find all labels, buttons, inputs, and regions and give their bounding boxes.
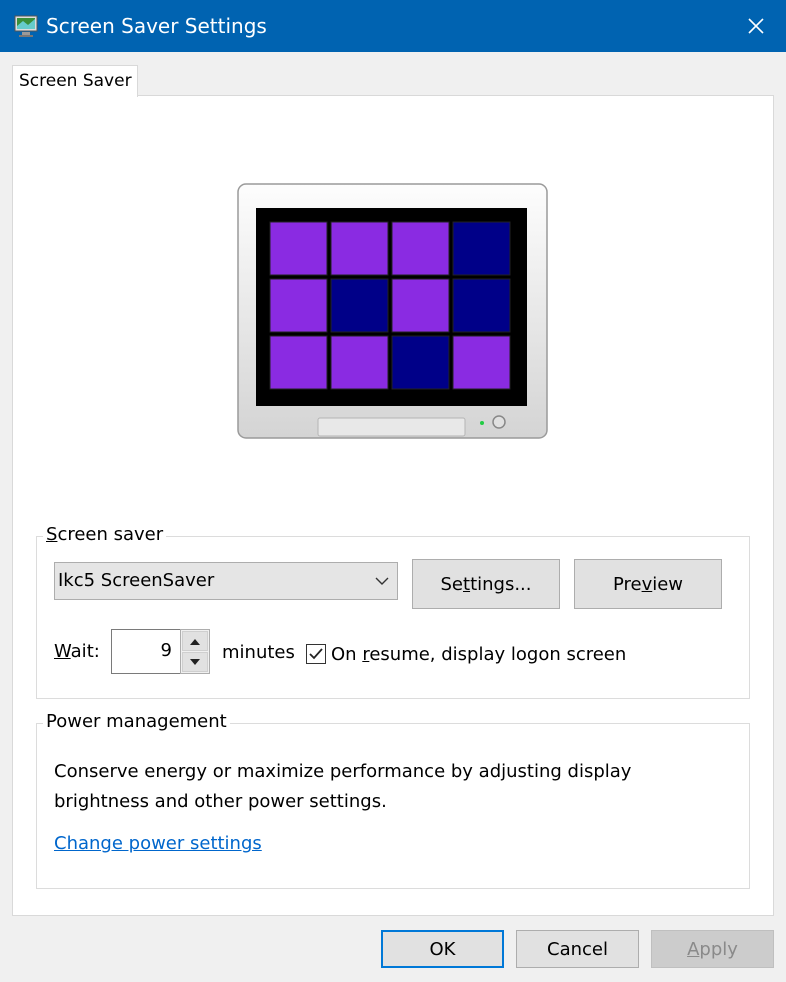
screen-saver-select[interactable]: Ikc5 ScreenSaver: [54, 562, 398, 600]
preview-cell: [330, 278, 389, 333]
power-description: Conserve energy or maximize performance …: [54, 761, 632, 812]
preview-cell: [452, 221, 511, 276]
screen-saver-select-value: Ikc5 ScreenSaver: [58, 570, 215, 591]
wait-minutes-input[interactable]: 9: [111, 629, 181, 674]
spin-down-button[interactable]: [182, 652, 208, 672]
preview-cell: [269, 335, 328, 390]
preview-cell: [330, 221, 389, 276]
preview-cell: [269, 221, 328, 276]
monitor-base: [317, 417, 466, 437]
tab-screen-saver[interactable]: Screen Saver: [12, 65, 138, 97]
spin-up-button[interactable]: [182, 631, 208, 651]
apply-button[interactable]: Apply: [651, 930, 774, 968]
screen-saver-preview: [237, 183, 548, 439]
change-power-settings-link[interactable]: Change power settings: [54, 831, 262, 857]
preview-cell: [452, 335, 511, 390]
wait-label: Wait:: [54, 641, 100, 662]
resume-logon-checkbox[interactable]: [306, 644, 326, 664]
screen-saver-settings-icon: [14, 15, 38, 37]
power-management-legend: Power management: [43, 710, 230, 734]
preview-cell: [330, 335, 389, 390]
title-bar: Screen Saver Settings: [0, 0, 786, 52]
preview-cell: [391, 335, 450, 390]
caret-up-icon: [190, 638, 200, 645]
chevron-down-icon: [375, 577, 389, 585]
settings-button[interactable]: Se t tings...: [412, 559, 560, 609]
preview-cell: [452, 278, 511, 333]
power-led: [480, 421, 484, 425]
close-button[interactable]: [726, 0, 786, 52]
cancel-button[interactable]: Cancel: [516, 930, 639, 968]
preview-cell: [391, 278, 450, 333]
resume-logon-label[interactable]: On resume, display logon screen: [331, 643, 626, 667]
wait-minutes-value: 9: [160, 640, 172, 661]
screen-saver-legend: Screen saver: [43, 523, 167, 547]
preview-button[interactable]: Pre v iew: [574, 559, 722, 609]
wait-spinner: [180, 629, 210, 674]
power-knob-icon: [492, 415, 506, 429]
minutes-label: minutes: [222, 642, 295, 663]
checkmark-icon: [309, 648, 323, 660]
preview-cell: [391, 221, 450, 276]
caret-down-icon: [190, 658, 200, 665]
close-icon: [748, 18, 764, 34]
ok-button[interactable]: OK: [381, 930, 504, 968]
tab-screen-saver-label: Screen Saver: [19, 71, 132, 91]
window-title: Screen Saver Settings: [46, 14, 267, 38]
preview-cell: [269, 278, 328, 333]
